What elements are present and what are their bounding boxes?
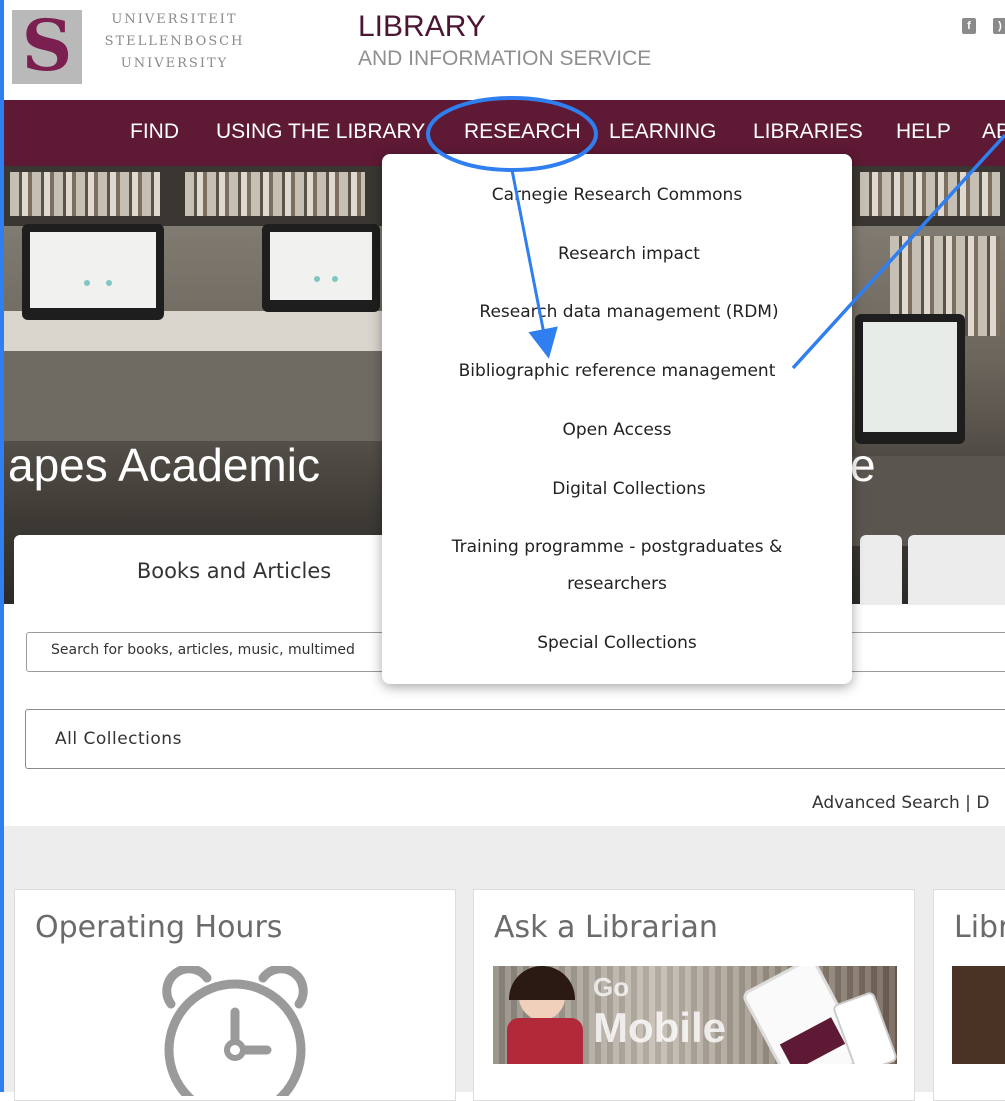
nav-about[interactable]: AB: [982, 120, 1005, 144]
card-ask-a-librarian-title: Ask a Librarian: [494, 910, 718, 945]
library-subtitle: AND INFORMATION SERVICE: [358, 47, 652, 70]
logo-s-emblem-icon: S: [21, 4, 73, 87]
nav-learning[interactable]: LEARNING: [609, 120, 716, 144]
nav-using-the-library[interactable]: USING THE LIBRARY: [216, 120, 425, 144]
nav-find[interactable]: FIND: [130, 120, 179, 144]
menu-item-research-impact[interactable]: Research impact: [394, 236, 864, 272]
site-header: S UNIVERSITEIT STELLENBOSCH UNIVERSITY L…: [0, 0, 1005, 100]
menu-item-open-access[interactable]: Open Access: [382, 412, 852, 448]
research-dropdown-menu: Carnegie Research Commons Research impac…: [382, 154, 852, 684]
facebook-icon[interactable]: f: [962, 18, 976, 34]
menu-item-special-collections[interactable]: Special Collections: [382, 625, 852, 661]
tab-other[interactable]: [860, 535, 902, 605]
nav-help[interactable]: HELP: [896, 120, 951, 144]
collection-select-value: All Collections: [55, 729, 182, 749]
card-operating-hours[interactable]: Operating Hours: [14, 889, 456, 1101]
menu-item-digital-collections[interactable]: Digital Collections: [394, 471, 864, 507]
menu-item-carnegie-research-commons[interactable]: Carnegie Research Commons: [382, 177, 852, 213]
university-name-line-3: UNIVERSITY: [120, 56, 229, 71]
card-third-title: Libr: [954, 910, 1005, 945]
menu-item-training-programme[interactable]: Training programme - postgraduates &: [382, 529, 852, 565]
rss-icon[interactable]: ): [993, 18, 1005, 34]
nav-research[interactable]: RESEARCH: [464, 120, 581, 144]
tab-other-2[interactable]: [908, 535, 1005, 605]
go-mobile-banner-image[interactable]: Go Mobile: [493, 966, 897, 1064]
advanced-search-link[interactable]: Advanced Search | D: [812, 793, 989, 813]
collection-select[interactable]: All Collections: [25, 709, 1005, 769]
card-library-third[interactable]: Libr: [933, 889, 1005, 1101]
university-logo[interactable]: S: [12, 4, 82, 87]
card-third-image: [952, 966, 1005, 1064]
library-title[interactable]: LIBRARY: [358, 10, 486, 44]
card-operating-hours-title: Operating Hours: [35, 910, 283, 945]
menu-item-research-data-management[interactable]: Research data management (RDM): [394, 294, 864, 330]
university-name-line-1: UNIVERSITEIT: [111, 12, 238, 27]
alarm-clock-icon: [162, 966, 308, 1096]
go-mobile-text-mobile: Mobile: [593, 1004, 726, 1051]
menu-item-bibliographic-reference-management[interactable]: Bibliographic reference management: [382, 353, 852, 389]
university-name-line-2: STELLENBOSCH: [104, 34, 245, 49]
go-mobile-text-go: Go: [593, 972, 630, 1002]
menu-item-training-programme-line2[interactable]: researchers: [382, 566, 852, 602]
nav-libraries[interactable]: LIBRARIES: [753, 120, 863, 144]
card-ask-a-librarian[interactable]: Ask a Librarian Go Mobile: [473, 889, 915, 1101]
window-left-border: [0, 0, 4, 1092]
hero-headline-left: apes Academic: [8, 439, 320, 491]
